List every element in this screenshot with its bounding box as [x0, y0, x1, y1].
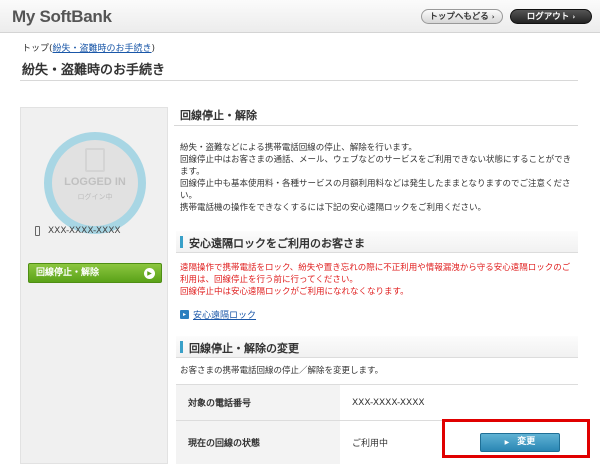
warning-line: 遠隔操作で携帯電話をロック、紛失や置き忘れの際に不正利用や情報漏洩から守る安心遠… [180, 263, 571, 285]
logo[interactable]: My SoftBank [12, 7, 112, 27]
row-label-phone-number: 対象の電話番号 [176, 385, 340, 420]
breadcrumb-current-link[interactable]: 紛失・盗難時のお手続き [53, 44, 152, 54]
back-to-top-label: トップへもどる [429, 12, 489, 22]
section-marker [180, 341, 183, 353]
section-marker [180, 236, 183, 248]
warning-line: 回線停止中は安心遠隔ロックがご利用になれなくなります。 [180, 287, 409, 297]
change-button[interactable]: ▶ 変更 [480, 433, 560, 452]
logout-button[interactable]: ログアウト › [510, 9, 592, 24]
link-arrow-icon: ▸ [180, 310, 189, 319]
remote-lock-link[interactable]: 安心遠隔ロック [193, 308, 256, 321]
section-title-change: 回線停止・解除の変更 [189, 342, 299, 355]
logout-label: ログアウト [526, 12, 570, 22]
divider [174, 125, 578, 126]
chevron-right-icon: › [491, 13, 495, 21]
breadcrumb-home: トップ [22, 44, 50, 54]
table-row: 現在の回線の状態 ご利用中 ▶ 変更 [176, 421, 578, 464]
divider [20, 80, 578, 81]
sidebar-item-label: 回線停止・解除 [36, 268, 100, 278]
sidebar-phone-row: XXX-XXXX-XXXX [35, 226, 121, 236]
header-bar: My SoftBank トップへもどる › ログアウト › [0, 0, 600, 33]
suspend-description: 紛失・盗難などによる携帯電話回線の停止、解除を行います。 回線停止中はお客さまの… [180, 142, 576, 214]
table-row: 対象の電話番号 XXX-XXXX-XXXX [176, 385, 578, 421]
breadcrumb-paren: ) [151, 44, 156, 54]
arrow-right-icon: ▶ [504, 439, 510, 446]
row-label-line-status: 現在の回線の状態 [176, 421, 340, 464]
change-description: お客さまの携帯電話回線の停止／解除を変更します。 [180, 366, 384, 376]
phone-outline-icon [85, 148, 105, 172]
phone-icon [35, 226, 40, 236]
page-title: 紛失・盗難時のお手続き [22, 63, 166, 78]
section-title-suspend: 回線停止・解除 [180, 109, 257, 122]
row-value-phone-number: XXX-XXXX-XXXX [352, 397, 425, 408]
section-title-remote-lock: 安心遠隔ロックをご利用のお客さま [189, 237, 365, 250]
text-line: 紛失・盗難などによる携帯電話回線の停止、解除を行います。 [180, 143, 417, 153]
arrow-right-icon: ▶ [144, 268, 155, 279]
remote-lock-notice: 遠隔操作で携帯電話をロック、紛失や置き忘れの際に不正利用や情報漏洩から守る安心遠… [180, 262, 576, 298]
remote-lock-link-row: ▸ 安心遠隔ロック [180, 308, 256, 321]
section-header-change: 回線停止・解除の変更 [176, 336, 578, 358]
breadcrumb: トップ(紛失・盗難時のお手続き) [22, 41, 155, 54]
chevron-right-icon: › [572, 13, 576, 21]
row-value-line-status: ご利用中 [352, 439, 389, 449]
logged-in-title: LOGGED IN [64, 176, 126, 188]
text-line: 携帯電話機の操作をできなくするには下記の安心遠隔ロックをご利用ください。 [180, 203, 487, 213]
section-header-remote-lock: 安心遠隔ロックをご利用のお客さま [176, 231, 578, 253]
line-status-table: 対象の電話番号 XXX-XXXX-XXXX 現在の回線の状態 ご利用中 ▶ 変更 [176, 384, 578, 464]
change-button-label: 変更 [517, 437, 536, 447]
sidebar: LOGGED IN ログイン中 XXX-XXXX-XXXX 回線停止・解除 ▶ [20, 107, 168, 464]
sidebar-item-suspend-release[interactable]: 回線停止・解除 ▶ [28, 263, 162, 283]
logged-in-badge: LOGGED IN ログイン中 [44, 132, 146, 234]
text-line: 回線停止中も基本使用料・各種サービスの月額利用料などは発生したままとなりますので… [180, 179, 571, 201]
text-line: 回線停止中はお客さまの通話、メール、ウェブなどのサービスをご利用できない状態にす… [180, 155, 572, 177]
logged-in-subtitle: ログイン中 [77, 193, 113, 201]
sidebar-phone-number: XXX-XXXX-XXXX [48, 226, 121, 236]
back-to-top-button[interactable]: トップへもどる › [421, 9, 503, 24]
